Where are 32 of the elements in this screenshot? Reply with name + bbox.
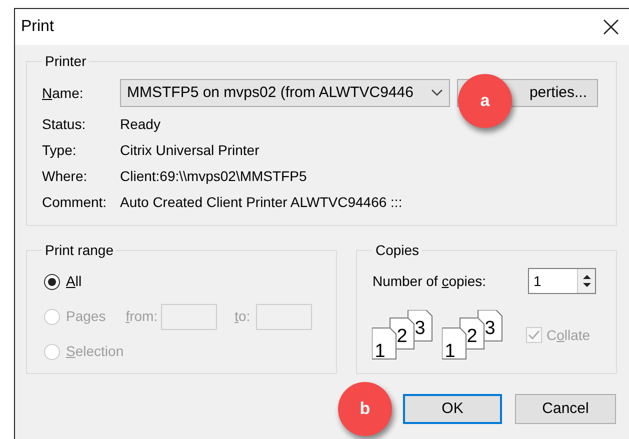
field-label: Status: xyxy=(42,114,87,134)
option-label: Selection xyxy=(66,342,124,361)
group-title: Print range xyxy=(44,242,114,258)
group-title: Printer xyxy=(44,53,88,69)
dialog-button[interactable]: Cancel xyxy=(515,394,616,424)
field-label: Where: xyxy=(42,166,88,186)
collated-pages-drawing: 1 2 3 xyxy=(442,310,504,360)
number-spinner[interactable]: 1 xyxy=(528,268,596,294)
collated-pages-drawing: 1 2 3 xyxy=(372,310,434,360)
printer-dropdown[interactable]: MMSTFP5 on mvps02 (from ALWTVC9446 xyxy=(120,79,450,107)
field-value: Client:69:\\mvps02\MMSTFP5 xyxy=(120,166,307,186)
field-value: Citrix Universal Printer xyxy=(120,140,260,160)
option-label: Pages xyxy=(66,307,106,326)
dialog-button[interactable]: OK xyxy=(403,394,502,424)
group-title: Copies xyxy=(374,242,420,258)
field-label: Type: xyxy=(42,140,78,160)
input-field[interactable] xyxy=(160,304,217,330)
field-value: Ready xyxy=(120,114,160,134)
option-label: All xyxy=(66,272,82,291)
window-title: Print xyxy=(21,17,54,37)
field-label: to: xyxy=(234,307,250,326)
checkbox-label: Collate xyxy=(546,326,590,344)
field-label: Number of copies: xyxy=(372,272,488,291)
field-label: Comment: xyxy=(42,192,108,212)
field-label: from: xyxy=(126,307,158,326)
close-icon[interactable] xyxy=(603,19,619,35)
field-label: Name: xyxy=(42,84,84,102)
input-field[interactable] xyxy=(256,304,312,330)
spin-arrows-icon[interactable] xyxy=(582,273,592,289)
radio-button[interactable] xyxy=(44,274,60,290)
field-value: Auto Created Client Printer ALWTVC94466 ::: xyxy=(120,192,402,212)
caret-icon xyxy=(431,89,443,97)
